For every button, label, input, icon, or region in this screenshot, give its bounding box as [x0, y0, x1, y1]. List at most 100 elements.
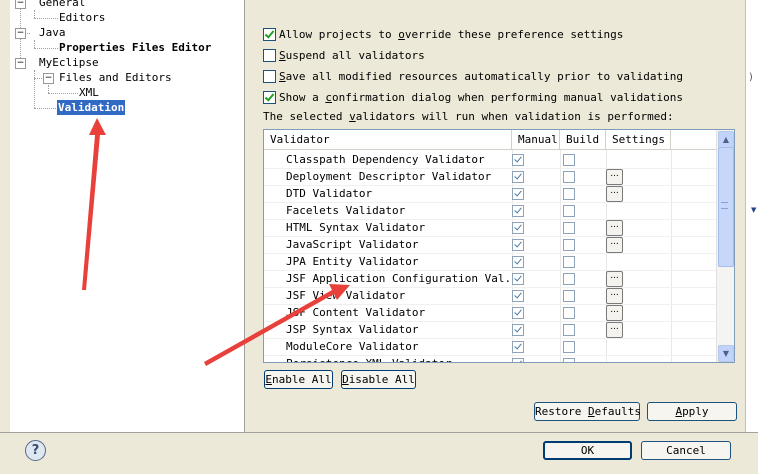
build-checkbox[interactable]: [563, 222, 575, 234]
manual-checkbox[interactable]: [512, 188, 524, 200]
validator-name: JSF Content Validator: [286, 306, 426, 319]
tree-item-files-and-editors[interactable]: Files and Editors: [59, 70, 172, 85]
build-checkbox[interactable]: [563, 154, 575, 166]
build-checkbox[interactable]: [563, 205, 575, 217]
manual-checkbox[interactable]: [512, 222, 524, 234]
build-checkbox[interactable]: [563, 290, 575, 302]
grip-icon: [721, 202, 728, 209]
manual-checkbox[interactable]: [512, 171, 524, 183]
restore-defaults-button[interactable]: Restore Defaults: [534, 402, 641, 421]
validator-name: JSF View Validator: [286, 289, 406, 302]
settings-button[interactable]: ...: [606, 186, 623, 202]
collapse-icon[interactable]: −: [43, 73, 54, 84]
save-modified-label[interactable]: Save all modified resources automaticall…: [279, 70, 683, 84]
validator-name: Persistence XML Validator: [286, 355, 452, 362]
manual-checkbox[interactable]: [512, 273, 524, 285]
table-row[interactable]: JavaScript Validator...: [264, 236, 716, 254]
build-checkbox[interactable]: [563, 341, 575, 353]
allow-override-label[interactable]: Allow projects to override these prefere…: [279, 28, 623, 42]
scroll-down-icon[interactable]: ▼: [718, 345, 734, 362]
build-checkbox[interactable]: [563, 239, 575, 251]
validator-name: JPA Entity Validator: [286, 255, 419, 268]
scroll-up-icon[interactable]: ▲: [718, 131, 734, 148]
table-vertical-scrollbar[interactable]: ▲ ▼: [716, 130, 734, 362]
manual-checkbox[interactable]: [512, 324, 524, 336]
cancel-button[interactable]: Cancel: [641, 441, 731, 460]
collapse-icon[interactable]: −: [15, 0, 26, 9]
column-header-validator[interactable]: Validator: [264, 130, 512, 150]
suspend-validators-label[interactable]: Suspend all validators: [279, 49, 425, 63]
table-row[interactable]: JPA Entity Validator: [264, 253, 716, 271]
settings-button[interactable]: ...: [606, 169, 623, 185]
disable-all-button[interactable]: Disable All: [341, 370, 416, 389]
validators-table[interactable]: Validator Manual Build Settings Classpat…: [263, 129, 735, 363]
suspend-validators-checkbox[interactable]: [263, 49, 276, 62]
collapse-icon[interactable]: −: [15, 58, 26, 69]
table-row[interactable]: Facelets Validator: [264, 202, 716, 220]
build-checkbox[interactable]: [563, 307, 575, 319]
table-row[interactable]: JSF Content Validator...: [264, 304, 716, 322]
validators-info-text: The selected validators will run when va…: [263, 110, 674, 123]
column-header-settings[interactable]: Settings: [606, 130, 671, 150]
table-row[interactable]: Classpath Dependency Validator: [264, 151, 716, 169]
ok-button[interactable]: OK: [543, 441, 632, 460]
build-checkbox[interactable]: [563, 358, 575, 362]
tree-line: [34, 40, 35, 48]
tree-item-properties-files-editor[interactable]: Properties Files Editor: [59, 40, 211, 55]
table-row[interactable]: ModuleCore Validator: [264, 338, 716, 356]
manual-checkbox[interactable]: [512, 307, 524, 319]
show-confirmation-checkbox[interactable]: [263, 91, 276, 104]
column-header-manual[interactable]: Manual: [512, 130, 560, 150]
tree-item-validation[interactable]: Validation: [57, 100, 126, 115]
manual-checkbox[interactable]: [512, 239, 524, 251]
table-row[interactable]: DTD Validator...: [264, 185, 716, 203]
manual-checkbox[interactable]: [512, 290, 524, 302]
settings-button[interactable]: ...: [606, 288, 623, 304]
save-modified-checkbox[interactable]: [263, 70, 276, 83]
table-row[interactable]: Persistence XML Validator: [264, 355, 716, 362]
table-row[interactable]: JSF Application Configuration Val......: [264, 270, 716, 288]
settings-button[interactable]: ...: [606, 237, 623, 253]
settings-button[interactable]: ...: [606, 305, 623, 321]
tree-item-xml[interactable]: XML: [79, 85, 99, 100]
table-row[interactable]: HTML Syntax Validator...: [264, 219, 716, 237]
build-checkbox[interactable]: [563, 324, 575, 336]
settings-button[interactable]: ...: [606, 271, 623, 287]
enable-all-button[interactable]: Enable All: [264, 370, 333, 389]
preferences-tree[interactable]: − General Editors − Java Properties File…: [10, 0, 245, 432]
build-checkbox[interactable]: [563, 188, 575, 200]
manual-checkbox[interactable]: [512, 341, 524, 353]
apply-button[interactable]: Apply: [647, 402, 737, 421]
tree-line: [48, 85, 49, 93]
build-checkbox[interactable]: [563, 273, 575, 285]
table-row[interactable]: JSF View Validator...: [264, 287, 716, 305]
column-header-build[interactable]: Build: [560, 130, 606, 150]
build-checkbox[interactable]: [563, 171, 575, 183]
allow-override-checkbox[interactable]: [263, 28, 276, 41]
tree-item-java[interactable]: Java: [39, 25, 66, 40]
tree-line: [34, 48, 58, 49]
manual-checkbox[interactable]: [512, 154, 524, 166]
validator-name: Deployment Descriptor Validator: [286, 170, 492, 183]
table-row[interactable]: JSP Syntax Validator...: [264, 321, 716, 339]
tree-line: [34, 18, 58, 19]
marker-icon: ▼: [751, 206, 757, 214]
tree-item-myeclipse[interactable]: MyEclipse: [39, 55, 99, 70]
validator-name: DTD Validator: [286, 187, 373, 200]
build-checkbox[interactable]: [563, 256, 575, 268]
table-row[interactable]: Deployment Descriptor Validator...: [264, 168, 716, 186]
settings-button[interactable]: ...: [606, 220, 623, 236]
manual-checkbox[interactable]: [512, 358, 524, 362]
tree-item-general[interactable]: General: [39, 0, 85, 10]
tree-item-editors[interactable]: Editors: [59, 10, 105, 25]
validator-name: Facelets Validator: [286, 204, 406, 217]
manual-checkbox[interactable]: [512, 256, 524, 268]
validator-name: HTML Syntax Validator: [286, 221, 426, 234]
collapse-icon[interactable]: −: [15, 28, 26, 39]
manual-checkbox[interactable]: [512, 205, 524, 217]
settings-button[interactable]: ...: [606, 322, 623, 338]
help-icon[interactable]: ?: [25, 440, 46, 461]
validator-name: JavaScript Validator: [286, 238, 419, 251]
show-confirmation-label[interactable]: Show a confirmation dialog when performi…: [279, 91, 683, 105]
adjacent-panel: ) ▼: [745, 0, 758, 432]
